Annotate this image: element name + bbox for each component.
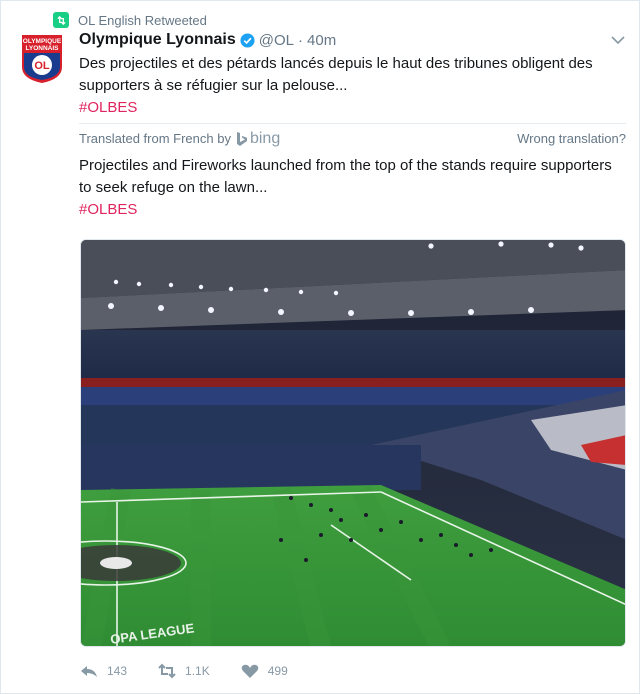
- tweet-card: OL English Retweeted OLYMPIQUE LYONNAIS …: [0, 0, 640, 694]
- translated-from-label: Translated from French by: [79, 131, 231, 146]
- handle[interactable]: @OL: [259, 32, 294, 49]
- tweet-body: Des projectiles et des pétards lancés de…: [79, 55, 593, 94]
- avatar-line1: OLYMPIQUE: [23, 38, 62, 45]
- stadium-photo: OPA LEAGUE: [81, 240, 625, 646]
- translation-bar: Translated from French by bing Wrong tra…: [79, 123, 626, 153]
- tweet-actions: 143 1.1K 499: [79, 663, 318, 679]
- retweet-count: 1.1K: [185, 664, 210, 678]
- tweet-photo[interactable]: OPA LEAGUE: [80, 239, 626, 647]
- like-count: 499: [267, 664, 288, 678]
- reply-icon: [81, 666, 97, 677]
- verified-icon: [240, 32, 255, 48]
- retweet-context-label[interactable]: OL English Retweeted: [78, 13, 207, 28]
- retweet-context: OL English Retweeted: [53, 11, 207, 29]
- translated-hashtag-link[interactable]: #OLBES: [79, 199, 624, 221]
- bing-label: bing: [249, 129, 281, 147]
- avatar-monogram: OL: [34, 60, 50, 72]
- bing-icon: [236, 131, 247, 146]
- like-button[interactable]: 499: [240, 663, 288, 679]
- reply-count: 143: [107, 664, 128, 678]
- retweet-button[interactable]: 1.1K: [157, 663, 210, 679]
- hashtag-link[interactable]: #OLBES: [79, 97, 624, 119]
- bing-logo[interactable]: bing: [236, 130, 280, 148]
- avatar-line2: LYONNAIS: [26, 45, 60, 52]
- translated-text: Projectiles and Fireworks launched from …: [79, 155, 624, 221]
- retweet-icon: [158, 663, 176, 679]
- avatar[interactable]: OLYMPIQUE LYONNAIS OL: [20, 33, 64, 85]
- tweet-header: Olympique Lyonnais @OL · 40m: [79, 31, 336, 49]
- separator-dot: ·: [298, 31, 304, 49]
- wrong-translation-link[interactable]: Wrong translation?: [517, 131, 626, 146]
- heart-icon: [241, 664, 259, 678]
- translated-body: Projectiles and Fireworks launched from …: [79, 157, 612, 196]
- tweet-text: Des projectiles et des pétards lancés de…: [79, 53, 624, 119]
- chevron-down-icon[interactable]: [611, 35, 625, 45]
- retweet-badge-icon: [53, 12, 69, 28]
- timestamp[interactable]: 40m: [307, 32, 336, 49]
- display-name[interactable]: Olympique Lyonnais: [79, 31, 236, 49]
- reply-button[interactable]: 143: [79, 663, 127, 679]
